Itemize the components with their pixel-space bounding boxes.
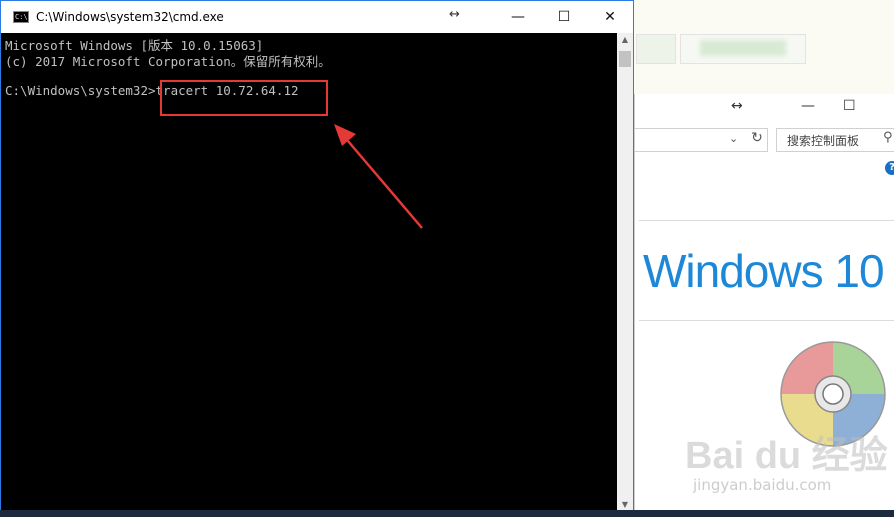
help-icon[interactable]: ? <box>885 161 894 175</box>
annotation-arrow-icon <box>334 124 423 229</box>
cmd-window: C:\ C:\Windows\system32\cmd.exe ↔ — ☐ ✕ … <box>0 0 634 512</box>
cmd-app-icon: C:\ <box>13 11 29 23</box>
control-panel-window: ↔ — ☐ ⌄ ↻ 搜索控制面板 ⚲ ? Windows 10 Bai du 经… <box>634 94 894 510</box>
blurred-content <box>700 40 786 56</box>
divider <box>639 220 894 221</box>
divider <box>639 320 894 321</box>
chevron-down-icon[interactable]: ⌄ <box>729 132 738 145</box>
windows10-logo: Windows 10 <box>643 245 885 297</box>
close-button[interactable]: ✕ <box>587 1 633 33</box>
resize-icon: ↔ <box>731 98 743 114</box>
command-prompt: C:\Windows\system32> <box>5 83 156 98</box>
vertical-scrollbar[interactable]: ▲ ▼ <box>617 33 633 511</box>
scroll-thumb[interactable] <box>619 51 631 67</box>
search-placeholder: 搜索控制面板 <box>787 134 860 148</box>
window-title: C:\Windows\system32\cmd.exe <box>36 10 224 24</box>
search-icon[interactable]: ⚲ <box>883 130 893 145</box>
baidu-watermark: Bai du 经验 <box>685 435 888 477</box>
taskbar <box>0 510 894 517</box>
cmd-titlebar[interactable]: C:\ C:\Windows\system32\cmd.exe ↔ — ☐ ✕ <box>1 1 633 33</box>
refresh-icon[interactable]: ↻ <box>747 130 767 150</box>
scroll-up-icon[interactable]: ▲ <box>617 35 633 44</box>
scroll-down-icon[interactable]: ▼ <box>617 500 633 509</box>
resize-icon: ↔ <box>449 7 460 22</box>
minimize-button[interactable]: — <box>801 98 815 114</box>
blurred-tab-1 <box>636 34 676 64</box>
search-input[interactable]: 搜索控制面板 <box>776 128 894 152</box>
baidu-watermark-url: jingyan.baidu.com <box>693 476 832 494</box>
maximize-button[interactable]: ☐ <box>541 1 587 33</box>
console-line-copyright: (c) 2017 Microsoft Corporation。保留所有权利。 <box>5 54 331 69</box>
control-panel-titlebar: ↔ — ☐ <box>635 94 894 122</box>
maximize-button[interactable]: ☐ <box>843 98 856 114</box>
command-highlight-box <box>160 80 328 116</box>
minimize-button[interactable]: — <box>495 1 541 33</box>
